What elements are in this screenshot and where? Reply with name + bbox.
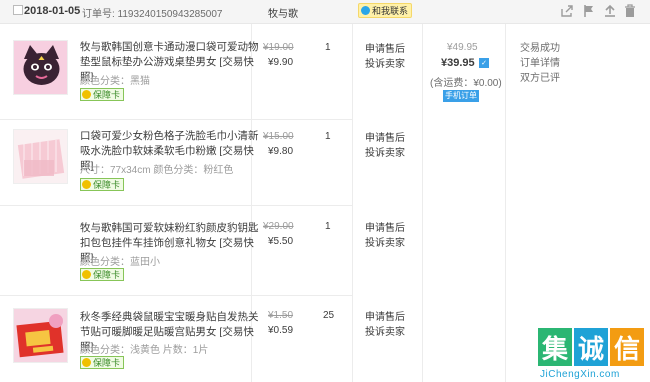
quantity: 1: [325, 131, 331, 142]
unit-price: ¥0.59: [268, 325, 294, 336]
product-attrs: 颜色分类：浅黄色 片数：1片: [80, 345, 209, 356]
guarantee-icon: [82, 90, 91, 99]
order-status-links[interactable]: 交易成功 订单详情 双方已评: [520, 41, 570, 86]
product-attrs: 颜色分类：黑猫: [80, 76, 150, 87]
after-sales-links[interactable]: 申请售后 投诉卖家: [365, 221, 405, 251]
guarantee-badge[interactable]: 保障卡: [80, 88, 125, 101]
contact-seller-button[interactable]: 和我联系: [358, 3, 413, 18]
order-number: 订单号: 1193240150943285007: [82, 9, 223, 20]
product-attrs: 尺寸：77x34cm 颜色分类：粉红色: [80, 165, 234, 176]
guarantee-icon: [82, 270, 91, 279]
col-divider: [352, 24, 353, 382]
product-image[interactable]: [13, 129, 68, 184]
product-image[interactable]: [13, 308, 68, 363]
watermark-char: 信: [610, 328, 644, 366]
original-price: ¥29.00: [263, 221, 294, 232]
payment-icon: ✓: [479, 58, 489, 68]
guarantee-badge[interactable]: 保障卡: [80, 268, 125, 281]
shop-name-link[interactable]: 牧与歌: [268, 5, 298, 20]
order-checkbox[interactable]: [13, 5, 23, 15]
flag-icon[interactable]: [582, 4, 596, 18]
original-price: ¥15.00: [263, 131, 294, 142]
guarantee-badge[interactable]: 保障卡: [80, 356, 125, 369]
quantity: 1: [325, 221, 331, 232]
share-icon[interactable]: [560, 4, 574, 18]
after-sales-links[interactable]: 申请售后 投诉卖家: [365, 131, 405, 161]
guarantee-badge[interactable]: 保障卡: [80, 178, 125, 191]
original-price: ¥1.50: [268, 310, 294, 321]
unit-price: ¥9.90: [268, 57, 294, 68]
row-divider: [0, 119, 352, 120]
unit-price: ¥9.80: [268, 146, 294, 157]
quantity: 1: [325, 42, 331, 53]
col-divider: [422, 24, 423, 382]
unit-price: ¥5.50: [268, 236, 294, 247]
original-price: ¥19.00: [263, 42, 294, 53]
watermark-logo: 集 诚 信 JiChengXin.com: [532, 328, 650, 382]
wangwang-icon: [361, 6, 370, 15]
guarantee-label: 保障卡: [93, 270, 121, 280]
watermark-char: 诚: [574, 328, 608, 366]
contact-label: 和我联系: [372, 6, 409, 16]
order-total: ¥39.95: [441, 57, 475, 69]
guarantee-icon: [82, 180, 91, 189]
after-sales-links[interactable]: 申请售后 投诉卖家: [365, 310, 405, 340]
upload-icon[interactable]: [603, 4, 617, 18]
delete-icon[interactable]: [623, 4, 637, 18]
order-date: 2018-01-05: [24, 5, 81, 17]
quantity: 25: [323, 310, 335, 321]
watermark-url: JiChengXin.com: [540, 369, 620, 380]
guarantee-label: 保障卡: [93, 180, 121, 190]
guarantee-label: 保障卡: [93, 358, 121, 368]
col-divider: [505, 24, 506, 382]
shipping-fee: (含运费：¥0.00): [430, 78, 502, 89]
guarantee-icon: [82, 358, 91, 367]
order-header: 2018-01-05 订单号: 1193240150943285007 牧与歌 …: [0, 0, 650, 24]
after-sales-links[interactable]: 申请售后 投诉卖家: [365, 42, 405, 72]
watermark-char: 集: [538, 328, 572, 366]
mobile-order-tag: 手机订单: [443, 90, 479, 102]
row-divider: [0, 205, 352, 206]
product-attrs: 颜色分类：蓝田小: [80, 257, 160, 268]
row-divider: [0, 295, 352, 296]
original-total: ¥49.95: [447, 42, 478, 53]
product-image[interactable]: [13, 40, 68, 95]
guarantee-label: 保障卡: [93, 90, 121, 100]
